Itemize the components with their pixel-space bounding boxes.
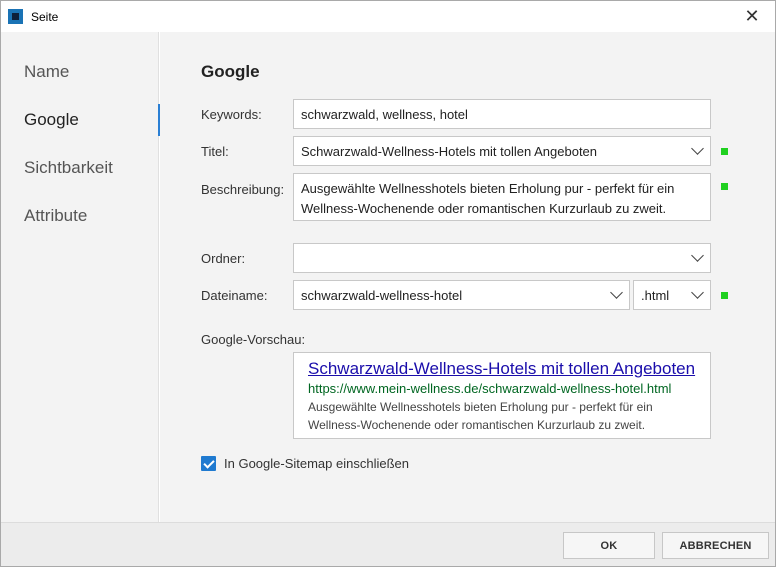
dateiname-label: Dateiname:: [201, 288, 268, 303]
keywords-value: schwarzwald, wellness, hotel: [301, 106, 468, 122]
keywords-input[interactable]: schwarzwald, wellness, hotel: [293, 99, 711, 129]
ordner-combobox[interactable]: [293, 243, 711, 273]
sidebar: Name Google Sichtbarkeit Attribute: [1, 32, 160, 522]
sitemap-checkbox-label[interactable]: In Google-Sitemap einschließen: [224, 456, 409, 471]
preview-title-link[interactable]: Schwarzwald-Wellness-Hotels mit tollen A…: [308, 358, 696, 379]
beschreibung-value: Ausgewählte Wellnesshotels bieten Erholu…: [301, 181, 675, 216]
sidebar-item-label: Sichtbarkeit: [24, 158, 113, 177]
beschreibung-label: Beschreibung:: [201, 182, 285, 197]
dateiname-status-indicator: [721, 292, 728, 299]
titel-combobox[interactable]: Schwarzwald-Wellness-Hotels mit tollen A…: [293, 136, 711, 166]
dialog-footer: OK ABBRECHEN: [1, 522, 775, 566]
ordner-label: Ordner:: [201, 251, 246, 266]
google-preview: Schwarzwald-Wellness-Hotels mit tollen A…: [293, 352, 711, 439]
keywords-label: Keywords:: [201, 107, 262, 122]
section-title: Google: [201, 62, 260, 81]
ok-button[interactable]: OK: [563, 532, 655, 559]
dialog-window: Seite ✕ Name Google Sichtbarkeit Attribu…: [0, 0, 776, 567]
chevron-down-icon: [691, 142, 704, 155]
beschreibung-textarea[interactable]: Ausgewählte Wellnesshotels bieten Erholu…: [293, 173, 711, 221]
window-title: Seite: [31, 10, 59, 24]
dateiname-value: schwarzwald-wellness-hotel: [301, 287, 463, 303]
sidebar-item-name[interactable]: Name: [1, 54, 159, 90]
close-icon: ✕: [744, 6, 760, 26]
sidebar-item-label: Name: [24, 62, 70, 81]
google-panel: Google Keywords: schwarzwald, wellness, …: [160, 32, 775, 522]
app-icon: [8, 9, 23, 24]
close-button[interactable]: ✕: [729, 1, 775, 32]
preview-description-line-2: Wellness-Wochenende oder romantischen Ku…: [308, 418, 646, 432]
titel-label: Titel:: [201, 144, 229, 159]
dateiname-combobox[interactable]: schwarzwald-wellness-hotel: [293, 280, 630, 310]
titel-status-indicator: [721, 148, 728, 155]
sidebar-item-label: Google: [24, 110, 79, 129]
sidebar-item-attribute[interactable]: Attribute: [1, 198, 159, 234]
sitemap-checkbox[interactable]: [201, 456, 216, 471]
preview-url: https://www.mein-wellness.de/schwarzwald…: [308, 381, 672, 396]
chevron-down-icon: [610, 286, 623, 299]
chevron-down-icon: [691, 249, 704, 262]
preview-description-line-1: Ausgewählte Wellnesshotels bieten Erholu…: [308, 400, 653, 414]
cancel-button[interactable]: ABBRECHEN: [662, 532, 769, 559]
chevron-down-icon: [691, 286, 704, 299]
extension-combobox[interactable]: .html: [633, 280, 711, 310]
sidebar-item-google[interactable]: Google: [1, 102, 160, 138]
preview-label: Google-Vorschau:: [201, 332, 306, 347]
sidebar-item-label: Attribute: [24, 206, 88, 225]
title-bar: Seite ✕: [1, 1, 775, 32]
titel-value: Schwarzwald-Wellness-Hotels mit tollen A…: [301, 143, 598, 159]
beschreibung-status-indicator: [721, 183, 728, 190]
sidebar-item-sichtbarkeit[interactable]: Sichtbarkeit: [1, 150, 159, 186]
extension-value: .html: [641, 287, 670, 303]
